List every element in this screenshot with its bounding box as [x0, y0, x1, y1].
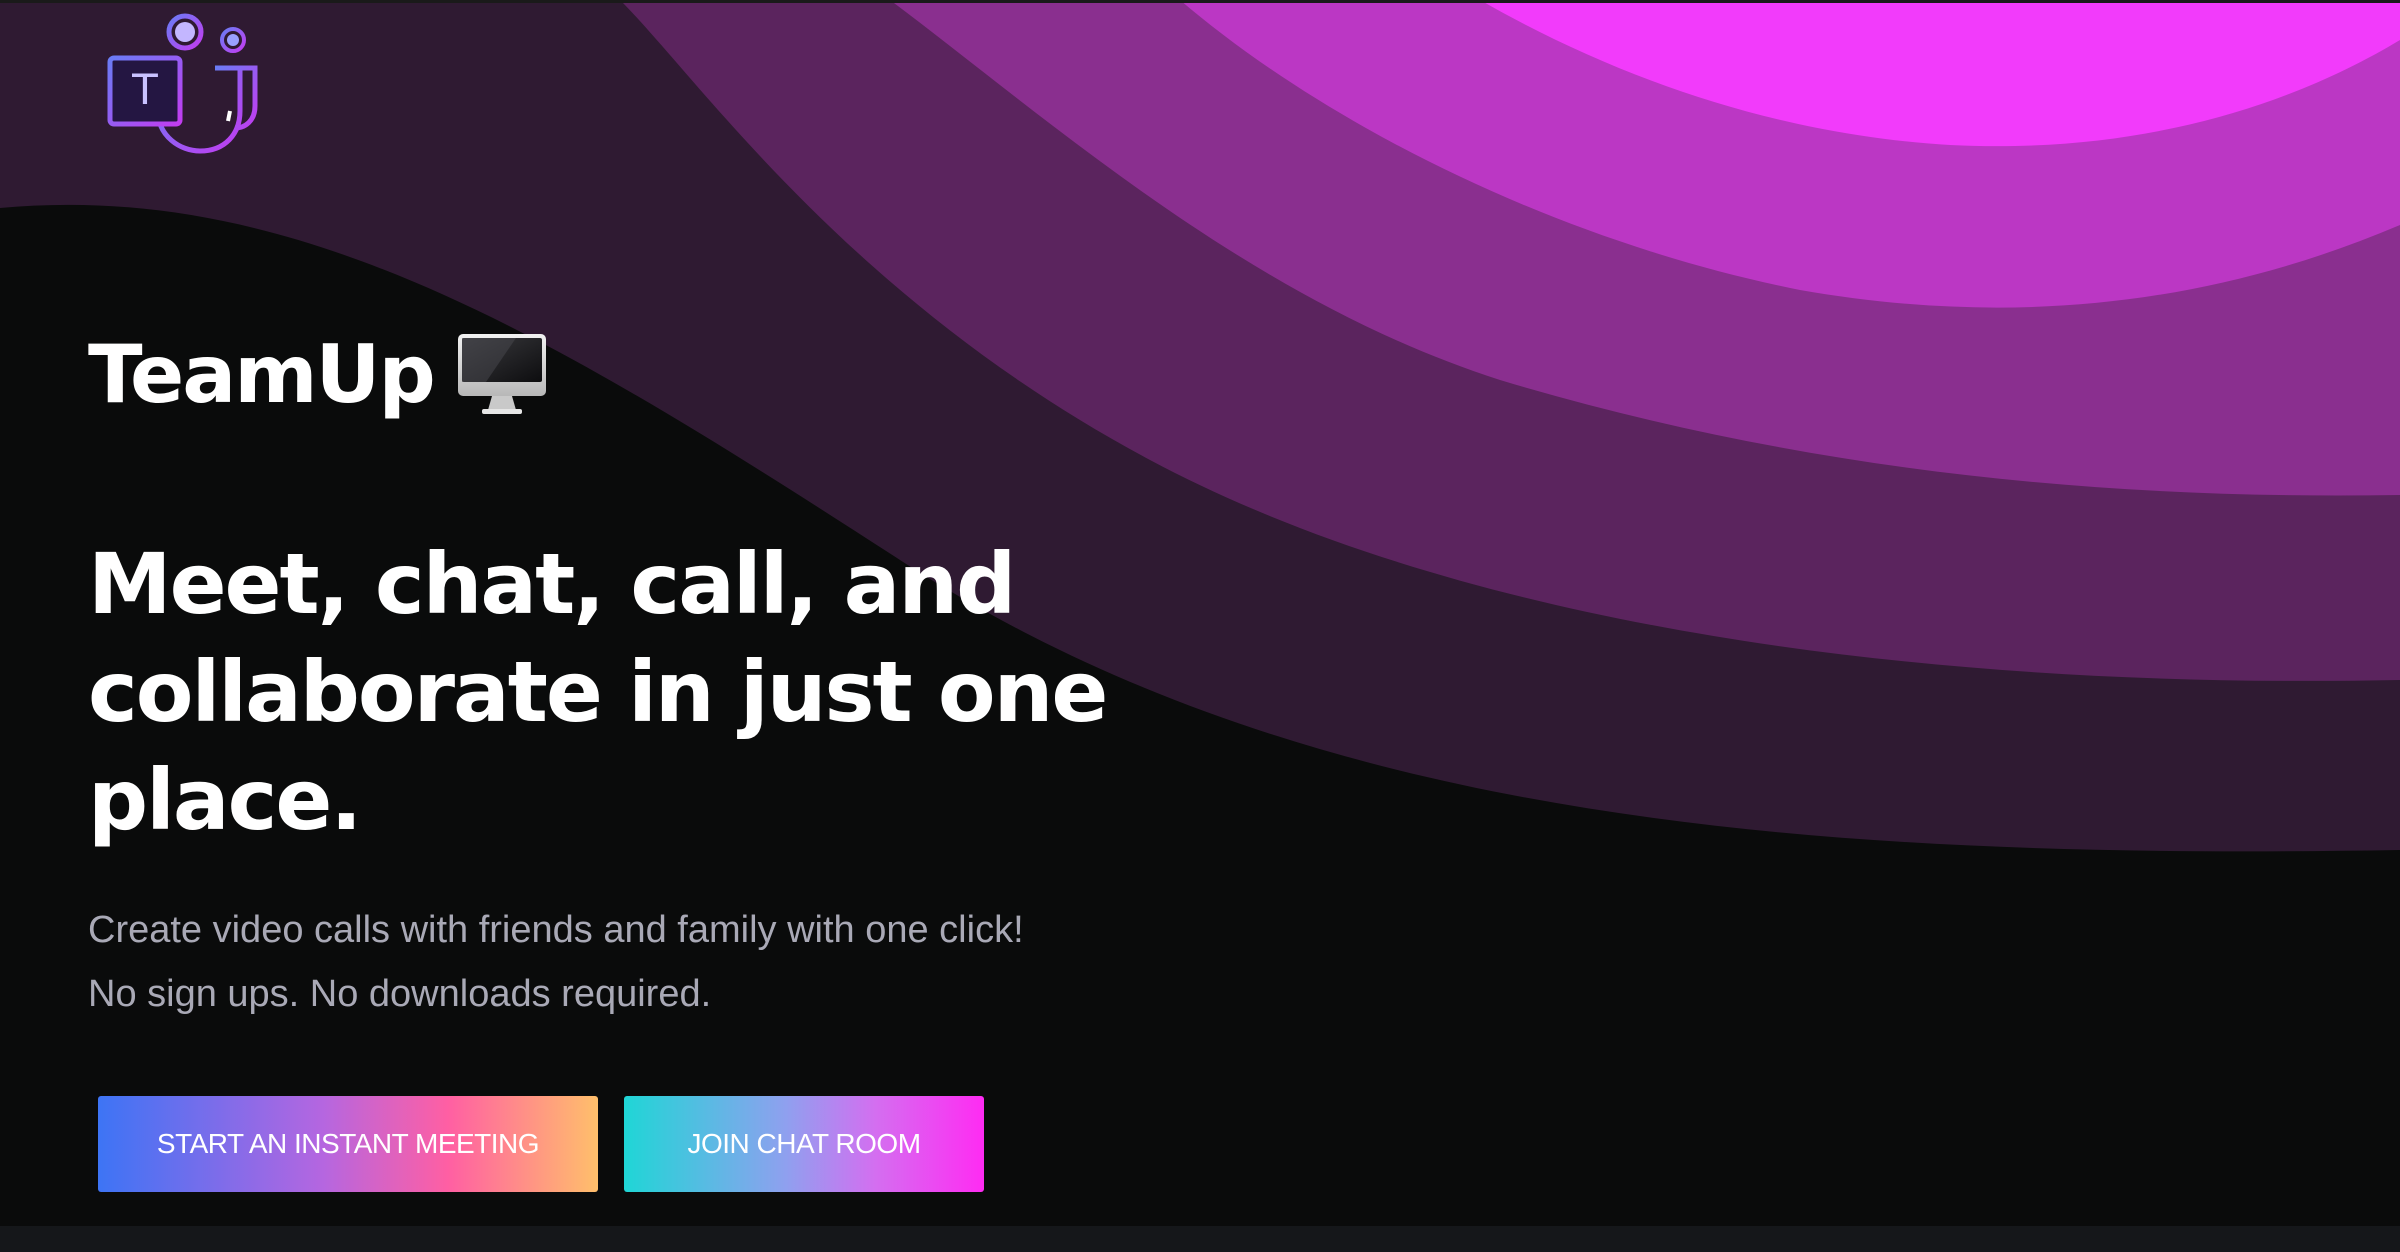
brand-name: TeamUp: [88, 328, 436, 421]
hero-subtext: Create video calls with friends and fami…: [88, 898, 1288, 1026]
footer-bar: [0, 1226, 2400, 1252]
start-instant-meeting-button[interactable]: START AN INSTANT MEETING: [98, 1096, 598, 1192]
join-chat-room-button[interactable]: JOIN CHAT ROOM: [624, 1096, 984, 1192]
brand-title: TeamUp: [88, 320, 548, 430]
landing-page: T TeamUp Meet, chat, call, and collabora…: [0, 0, 2400, 1252]
desktop-computer-icon: [457, 334, 546, 414]
teams-logo-icon[interactable]: T: [100, 6, 270, 156]
subtext-line-2: No sign ups. No downloads required.: [88, 973, 712, 1015]
top-border: [0, 0, 2400, 3]
logo-letter: T: [131, 65, 158, 114]
subtext-line-1: Create video calls with friends and fami…: [88, 909, 1024, 951]
hero-headline: Meet, chat, call, and collaborate in jus…: [88, 535, 1108, 849]
